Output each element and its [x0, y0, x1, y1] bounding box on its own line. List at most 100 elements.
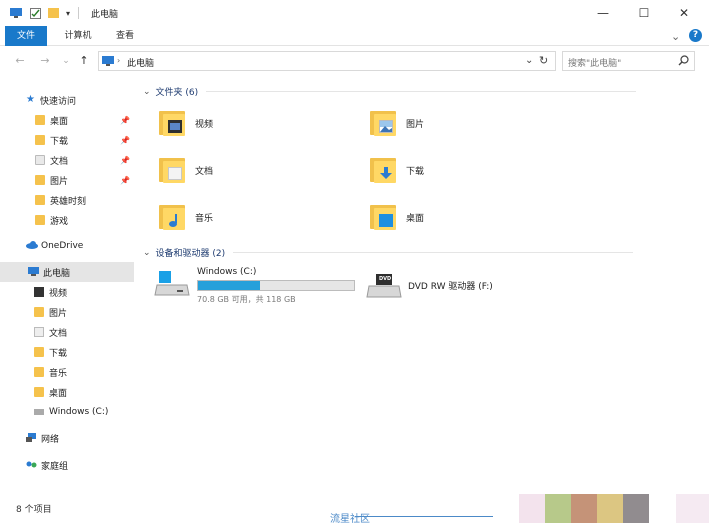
documents-folder-icon	[35, 155, 45, 165]
ribbon-tabs: 文件 计算机 查看 ⌄ ?	[0, 26, 709, 46]
sidebar-item-label: 快速访问	[39, 96, 76, 107]
help-icon[interactable]: ?	[689, 29, 702, 42]
sidebar-item-label: 文档	[49, 328, 68, 339]
section-divider	[233, 252, 634, 253]
drive-icon	[34, 409, 44, 415]
sidebar-item-label: 桌面	[50, 116, 69, 127]
address-box[interactable]: › 此电脑 ⌄ ↻	[98, 51, 556, 71]
breadcrumb-this-pc[interactable]: 此电脑	[127, 56, 154, 69]
sidebar-item-label: 视频	[49, 288, 68, 299]
tab-computer[interactable]: 计算机	[56, 26, 100, 46]
folder-tile-downloads[interactable]: 下载	[368, 155, 424, 185]
refresh-button[interactable]: ↻	[539, 54, 548, 67]
sidebar-item-label: Windows (C:)	[49, 407, 109, 417]
sidebar-item-label: 家庭组	[41, 461, 69, 472]
sidebar-item-network[interactable]: 网络	[0, 428, 134, 448]
app-icon[interactable]	[10, 7, 22, 19]
title-separator	[78, 7, 80, 19]
folder-tile-desktop[interactable]: 桌面	[368, 202, 424, 232]
drive-label: Windows (C:)	[197, 267, 257, 277]
pictures-folder-icon	[35, 175, 45, 185]
sidebar-item-label: 文档	[50, 156, 69, 167]
sidebar-item-pc-videos[interactable]: 视频	[0, 282, 134, 302]
ribbon-collapse-icon[interactable]: ⌄	[671, 30, 680, 43]
navigation-pane: ★ 快速访问 桌面 📌 下载 📌 文档 📌 图片 📌 英雄时刻 游戏 OneDr…	[0, 84, 134, 494]
sidebar-item-pc-music[interactable]: 音乐	[0, 362, 134, 382]
watermark-underline	[355, 516, 493, 517]
collapse-chevron-icon: ⌄	[143, 247, 151, 258]
desktop-folder-icon	[368, 202, 398, 232]
folder-label: 桌面	[406, 213, 425, 224]
minimize-button[interactable]: —	[583, 0, 623, 26]
sidebar-item-downloads[interactable]: 下载 📌	[0, 130, 134, 150]
sidebar-item-this-pc[interactable]: 此电脑	[0, 262, 134, 282]
sidebar-item-homegroup[interactable]: 家庭组	[0, 455, 134, 475]
dvd-logo-text: DVD	[379, 276, 392, 282]
drive-tile-windows-c[interactable]: Windows (C:) 70.8 GB 可用，共 118 GB	[153, 265, 358, 305]
new-folder-icon[interactable]	[48, 8, 59, 18]
sidebar-item-pictures[interactable]: 图片 📌	[0, 170, 134, 190]
devices-section-header[interactable]: ⌄ 设备和驱动器 (2)	[143, 246, 683, 259]
this-pc-icon	[28, 267, 39, 277]
sidebar-item-pc-documents[interactable]: 文档	[0, 322, 134, 342]
this-pc-icon	[102, 55, 114, 70]
documents-folder-icon	[34, 327, 44, 337]
back-button[interactable]: ←	[12, 53, 28, 69]
tab-file[interactable]: 文件	[5, 26, 47, 46]
star-icon: ★	[26, 94, 35, 105]
sidebar-item-desktop[interactable]: 桌面 📌	[0, 110, 134, 130]
folder-icon	[35, 215, 45, 225]
color-swatch	[519, 494, 545, 523]
close-button[interactable]: ✕	[664, 0, 704, 26]
sidebar-item-label: 游戏	[50, 216, 69, 227]
color-swatch	[676, 494, 709, 523]
windows-drive-icon	[153, 269, 191, 299]
documents-folder-icon	[157, 155, 187, 185]
up-button[interactable]: ↑	[76, 53, 92, 69]
sidebar-item-pc-drive-c[interactable]: Windows (C:)	[0, 402, 134, 422]
video-folder-icon	[157, 108, 187, 138]
music-folder-icon	[34, 367, 44, 377]
forward-button[interactable]: →	[37, 53, 53, 69]
color-swatch	[597, 494, 623, 523]
pin-icon: 📌	[120, 115, 130, 125]
folder-tile-videos[interactable]: 视频	[157, 108, 213, 138]
sidebar-item-label: 下载	[50, 136, 69, 147]
folder-tile-pictures[interactable]: 图片	[368, 108, 424, 138]
sidebar-item-games[interactable]: 游戏	[0, 210, 134, 230]
recent-locations-button[interactable]: ⌄	[58, 53, 74, 69]
sidebar-item-highlights[interactable]: 英雄时刻	[0, 190, 134, 210]
qa-dropdown-icon[interactable]: ▾	[66, 9, 70, 18]
folder-label: 视频	[195, 119, 214, 130]
search-placeholder: 搜索"此电脑"	[568, 59, 622, 69]
desktop-folder-icon	[35, 115, 45, 125]
sidebar-item-pc-pictures[interactable]: 图片	[0, 302, 134, 322]
cloud-icon	[26, 241, 38, 251]
folder-label: 图片	[406, 119, 425, 130]
title-bar: ▾ 此电脑 — ☐ ✕	[0, 0, 709, 26]
address-dropdown-icon[interactable]: ⌄	[525, 55, 533, 66]
item-count: 8 个项目	[16, 505, 52, 515]
search-icon[interactable]	[678, 55, 689, 69]
tab-view[interactable]: 查看	[106, 26, 144, 46]
maximize-button[interactable]: ☐	[624, 0, 664, 26]
properties-icon[interactable]	[30, 7, 41, 19]
folder-tile-music[interactable]: 音乐	[157, 202, 213, 232]
sidebar-item-documents[interactable]: 文档 📌	[0, 150, 134, 170]
search-input[interactable]: 搜索"此电脑"	[562, 51, 695, 71]
sidebar-item-pc-desktop[interactable]: 桌面	[0, 382, 134, 402]
sidebar-item-label: 图片	[50, 176, 69, 187]
sidebar-item-label: 英雄时刻	[50, 196, 87, 207]
sidebar-item-label: 音乐	[49, 368, 68, 379]
folder-tile-documents[interactable]: 文档	[157, 155, 213, 185]
sidebar-item-pc-downloads[interactable]: 下载	[0, 342, 134, 362]
pin-icon: 📌	[120, 135, 130, 145]
drive-tile-dvd-f[interactable]: DVD DVD RW 驱动器 (F:)	[366, 270, 493, 300]
downloads-folder-icon	[368, 155, 398, 185]
folders-section-header[interactable]: ⌄ 文件夹 (6)	[143, 85, 683, 98]
pin-icon: 📌	[120, 175, 130, 185]
sidebar-item-onedrive[interactable]: OneDrive	[0, 236, 134, 256]
breadcrumb-chevron-icon[interactable]: ›	[117, 56, 120, 65]
window-title: 此电脑	[91, 10, 119, 20]
sidebar-item-quick-access[interactable]: ★ 快速访问	[0, 90, 134, 110]
